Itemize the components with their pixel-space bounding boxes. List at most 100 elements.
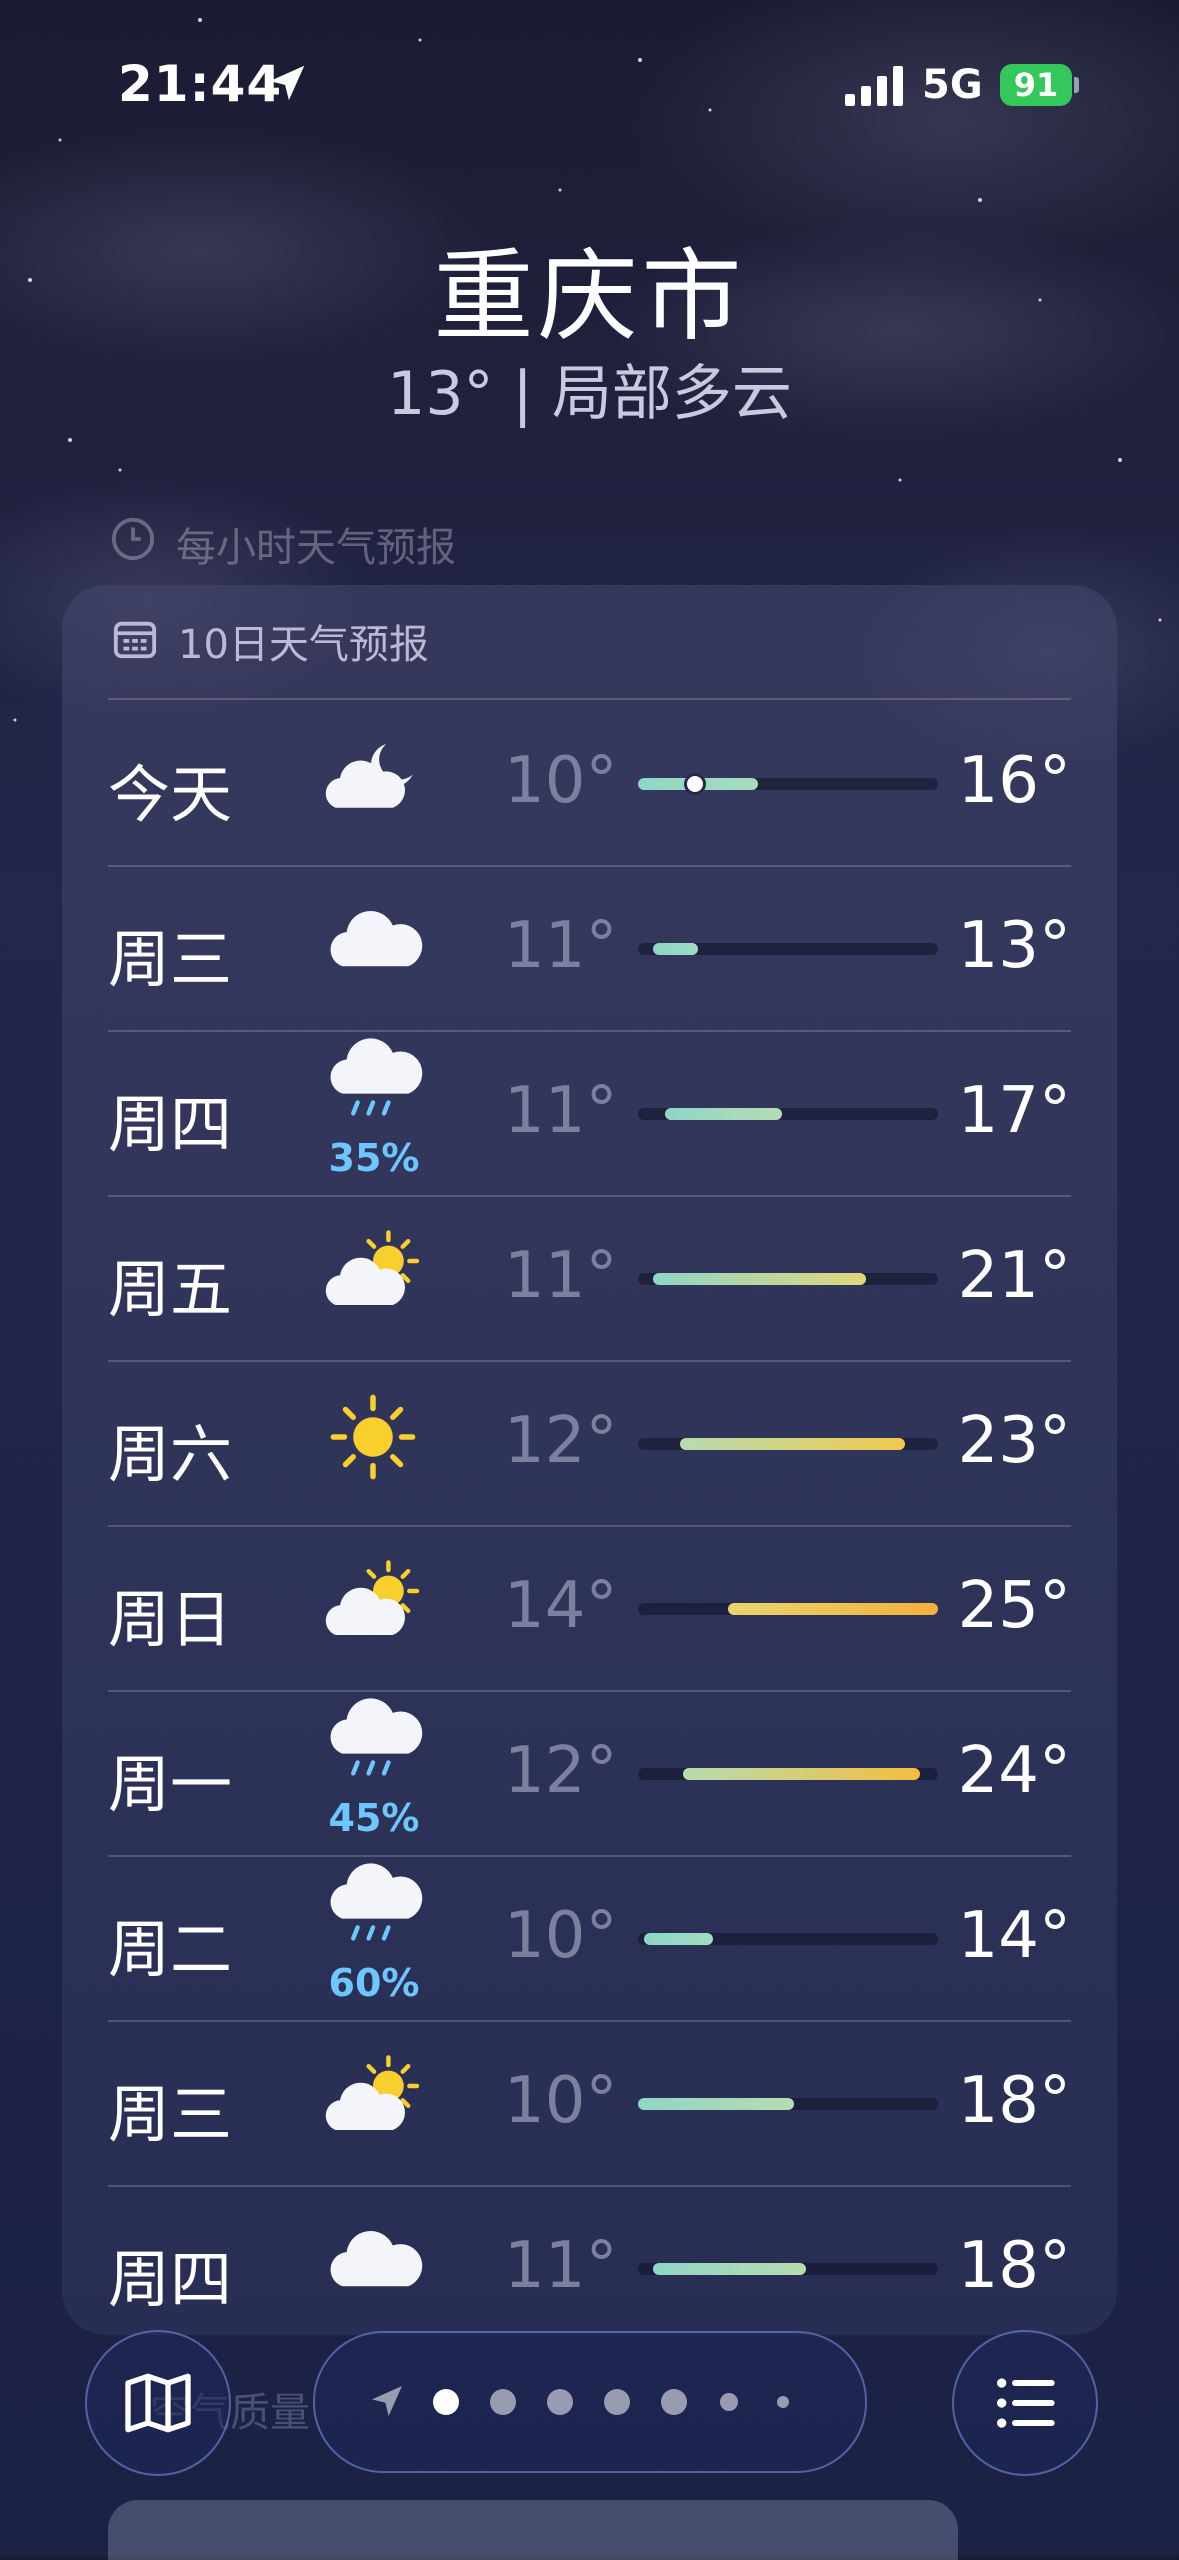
battery-level: 91 (1013, 66, 1059, 104)
current-temp-marker (684, 773, 706, 795)
forecast-row[interactable]: 周三 10° 18° (108, 2020, 1071, 2185)
rain-icon (318, 1032, 428, 1142)
low-temp: 10° (504, 1899, 618, 1973)
clock-icon (111, 517, 155, 561)
temp-range-fill (644, 1933, 713, 1945)
high-temp: 25° (957, 1569, 1071, 1643)
page-dot-5[interactable] (661, 2389, 687, 2415)
temp-range-bar (638, 1438, 938, 1450)
temp-range-bar (638, 1273, 938, 1285)
page-dot-4[interactable] (604, 2389, 630, 2415)
location-arrow-icon (269, 65, 305, 101)
high-temp: 21° (957, 1239, 1071, 1313)
forecast-day: 周一 (108, 1748, 233, 1821)
page-dot-7[interactable] (777, 2396, 789, 2408)
forecast-day: 周五 (108, 1253, 233, 1326)
temp-range-bar (638, 2263, 938, 2275)
forecast-row[interactable]: 周二 60% 10° 14° (108, 1855, 1071, 2020)
temp-range-bar (638, 1768, 938, 1780)
forecast-day: 周三 (108, 923, 233, 996)
location-page-icon (372, 2386, 402, 2416)
temp-range-fill (653, 943, 698, 955)
list-icon (997, 2378, 1055, 2428)
forecast-row[interactable]: 周一 45% 12° 24° (108, 1690, 1071, 1855)
city-name: 重庆市 (433, 238, 746, 355)
temp-range-bar (638, 2098, 938, 2110)
moon-cloud-icon (318, 722, 428, 832)
forecast-row[interactable]: 周五 11° 21° (108, 1195, 1071, 1360)
temp-range-fill (728, 1603, 938, 1615)
high-temp: 17° (957, 1074, 1071, 1148)
low-temp: 14° (504, 1569, 618, 1643)
high-temp: 24° (957, 1734, 1071, 1808)
partly-sunny-icon (318, 2042, 428, 2152)
temp-range-bar (638, 1933, 938, 1945)
temp-range-bar (638, 1603, 938, 1615)
forecast-row[interactable]: 周四 35% 11° 17° (108, 1030, 1071, 1195)
air-quality-card-peek (108, 2500, 958, 2560)
cloud-icon (318, 2207, 428, 2317)
network-type: 5G (922, 62, 983, 108)
low-temp: 10° (504, 2064, 618, 2138)
page-indicator[interactable] (313, 2331, 867, 2473)
forecast-row[interactable]: 周四 11° 18° (108, 2185, 1071, 2350)
battery-nub (1074, 77, 1079, 93)
temp-range-fill (653, 2263, 806, 2275)
temp-range-bar (638, 773, 938, 795)
battery-icon: 91 (1000, 64, 1072, 106)
forecast-day: 周日 (108, 1583, 233, 1656)
forecast-day: 今天 (108, 758, 233, 831)
page-dot-6[interactable] (720, 2393, 738, 2411)
precip-chance: 45% (328, 1796, 420, 1840)
current-summary: 13° | 局部多云 (387, 359, 792, 429)
temp-range-bar (638, 943, 938, 955)
forecast-row[interactable]: 周三 11° 13° (108, 865, 1071, 1030)
high-temp: 16° (957, 744, 1071, 818)
map-button[interactable] (85, 2330, 231, 2476)
low-temp: 12° (504, 1404, 618, 1478)
page-dot-3[interactable] (547, 2389, 573, 2415)
temp-range-fill (638, 2098, 794, 2110)
high-temp: 23° (957, 1404, 1071, 1478)
page-dot-1[interactable] (433, 2389, 459, 2415)
forecast-row[interactable]: 周六 12° 23° (108, 1360, 1071, 1525)
status-bar: 21:44 5G 91 (0, 0, 1179, 150)
forecast-day: 周六 (108, 1418, 233, 1491)
high-temp: 18° (957, 2064, 1071, 2138)
temp-range-fill (653, 1273, 866, 1285)
partly-sunny-icon (318, 1217, 428, 1327)
page-dot-2[interactable] (490, 2389, 516, 2415)
high-temp: 13° (957, 909, 1071, 983)
temp-range-fill (683, 1768, 920, 1780)
high-temp: 14° (957, 1899, 1071, 1973)
map-icon (125, 2373, 191, 2433)
forecast-day: 周四 (108, 1088, 233, 1161)
sun-icon (318, 1382, 428, 1492)
precip-chance: 60% (328, 1961, 420, 2005)
low-temp: 11° (504, 1239, 618, 1313)
rain-icon (318, 1857, 428, 1967)
forecast-day: 周二 (108, 1913, 233, 1986)
forecast-day: 周四 (108, 2243, 233, 2316)
partly-sunny-icon (318, 1547, 428, 1657)
status-time: 21:44 (118, 55, 283, 113)
forecast-row[interactable]: 今天 10° 16° (108, 700, 1071, 865)
rain-icon (318, 1692, 428, 1802)
cellular-signal-icon (845, 66, 903, 106)
temp-range-fill (680, 1438, 905, 1450)
ten-day-forecast-header: 10日天气预报 (178, 622, 429, 668)
precip-chance: 35% (328, 1136, 420, 1180)
forecast-day: 周三 (108, 2078, 233, 2151)
temp-range-fill (665, 1108, 782, 1120)
calendar-icon (113, 621, 157, 659)
high-temp: 18° (957, 2229, 1071, 2303)
low-temp: 11° (504, 1074, 618, 1148)
low-temp: 10° (504, 744, 618, 818)
city-list-button[interactable] (952, 2330, 1098, 2476)
cloud-icon (318, 887, 428, 997)
temp-range-bar (638, 1108, 938, 1120)
low-temp: 11° (504, 2229, 618, 2303)
forecast-row[interactable]: 周日 14° 25° (108, 1525, 1071, 1690)
low-temp: 12° (504, 1734, 618, 1808)
hourly-forecast-header[interactable]: 每小时天气预报 (176, 515, 456, 573)
